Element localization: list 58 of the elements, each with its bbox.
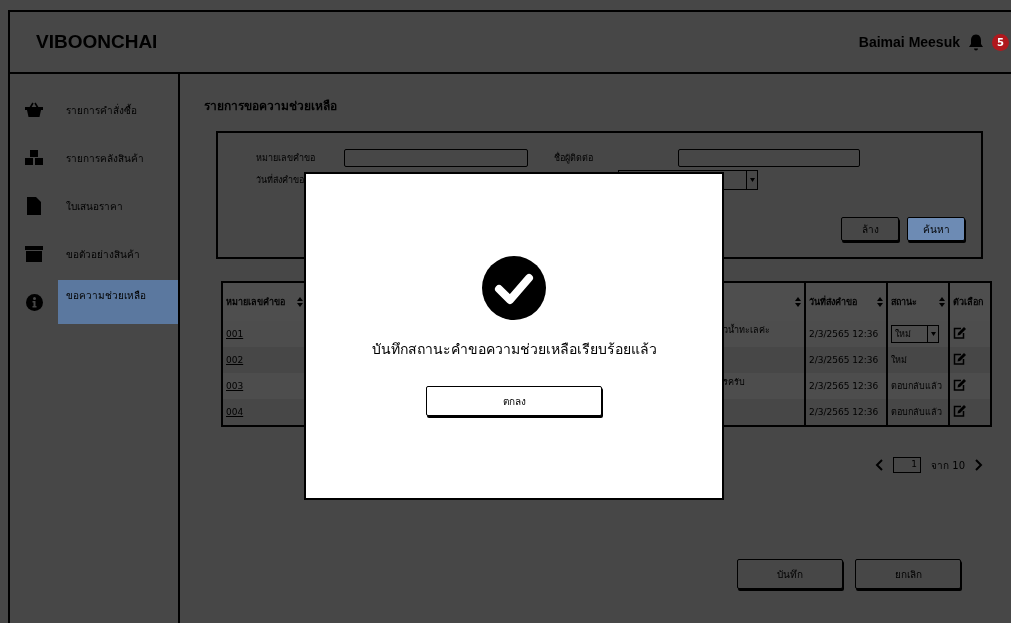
page-count: จาก 10: [931, 458, 965, 473]
cancel-button[interactable]: ยกเลิก: [855, 559, 961, 589]
clear-button[interactable]: ล้าง: [841, 217, 899, 241]
column-header: วันที่ส่งคำขอ: [809, 295, 857, 309]
request-link[interactable]: 003: [226, 381, 244, 391]
file-icon: [27, 197, 41, 215]
previous-page-button[interactable]: [875, 459, 884, 471]
basket-icon: [25, 102, 43, 118]
notification-badge: 5: [992, 33, 1009, 51]
edit-icon[interactable]: [953, 379, 966, 391]
table-cell: วน้ำทะเลค่ะ: [723, 325, 770, 335]
sidebar-item[interactable]: ใบเสนอราคา: [58, 184, 178, 228]
info-icon: [25, 293, 43, 311]
sidebar-item[interactable]: รายการคลังสินค้า: [58, 136, 178, 180]
sort-icon[interactable]: [877, 297, 883, 307]
save-button[interactable]: บันทึก: [737, 559, 843, 589]
caret-icon[interactable]: [930, 332, 936, 336]
ok-button[interactable]: ตกลง: [426, 386, 602, 416]
sort-icon[interactable]: [795, 297, 801, 307]
bell-icon[interactable]: [968, 33, 984, 51]
dialog-message: บันทึกสถานะคำขอความช่วยเหลือเรียบร้อยแล้ว: [371, 340, 657, 359]
column-header: ตัวเลือก: [953, 295, 983, 309]
column-header: สถานะ: [891, 296, 917, 309]
field-label: ชื่อผู้ติดต่อ: [554, 151, 594, 165]
request-link[interactable]: 001: [226, 329, 244, 339]
field-label: หมายเลขคำขอ: [256, 152, 316, 165]
edit-icon[interactable]: [953, 405, 966, 417]
request-link[interactable]: 004: [226, 407, 244, 417]
status-text: ตอบกลับแล้ว: [891, 407, 942, 417]
table-cell: รครับ: [723, 377, 745, 387]
edit-icon[interactable]: [953, 353, 966, 365]
status-dropdown[interactable]: ใหม่: [891, 325, 939, 343]
archive-box-icon: [25, 246, 43, 262]
request-link[interactable]: 002: [226, 355, 244, 365]
caret-icon[interactable]: [749, 178, 755, 182]
input-field[interactable]: [678, 149, 860, 167]
status-text: ใหม่: [891, 355, 907, 365]
search-button[interactable]: ค้นหา: [907, 217, 965, 241]
date-cell: 2/3/2565 12:36: [809, 329, 879, 339]
brand-logo: VIBOONCHAI: [36, 31, 159, 53]
sort-icon[interactable]: [939, 297, 945, 307]
sidebar-item[interactable]: ขอความช่วยเหลือ: [58, 280, 178, 324]
date-cell: 2/3/2565 12:36: [809, 355, 879, 365]
check-circle-icon: [482, 256, 546, 320]
column-header: หมายเลขคำขอ: [226, 296, 285, 309]
sidebar-item[interactable]: รายการคำสั่งซื้อ: [58, 88, 178, 132]
page-field[interactable]: 1: [893, 457, 922, 473]
cubes-icon: [25, 150, 43, 166]
field-label: วันที่ส่งคำขอ: [256, 173, 305, 187]
sidebar-item[interactable]: ขอตัวอย่างสินค้า: [58, 232, 178, 276]
page-title: รายการขอความช่วยเหลือ: [204, 98, 338, 115]
status-text: ตอบกลับแล้ว: [891, 381, 942, 391]
input-field[interactable]: [344, 149, 528, 167]
date-cell: 2/3/2565 12:36: [809, 407, 879, 417]
edit-icon[interactable]: [953, 327, 966, 339]
user-name[interactable]: Baimai Meesuk: [858, 34, 960, 50]
next-page-button[interactable]: [975, 459, 983, 471]
date-cell: 2/3/2565 12:36: [809, 381, 879, 391]
